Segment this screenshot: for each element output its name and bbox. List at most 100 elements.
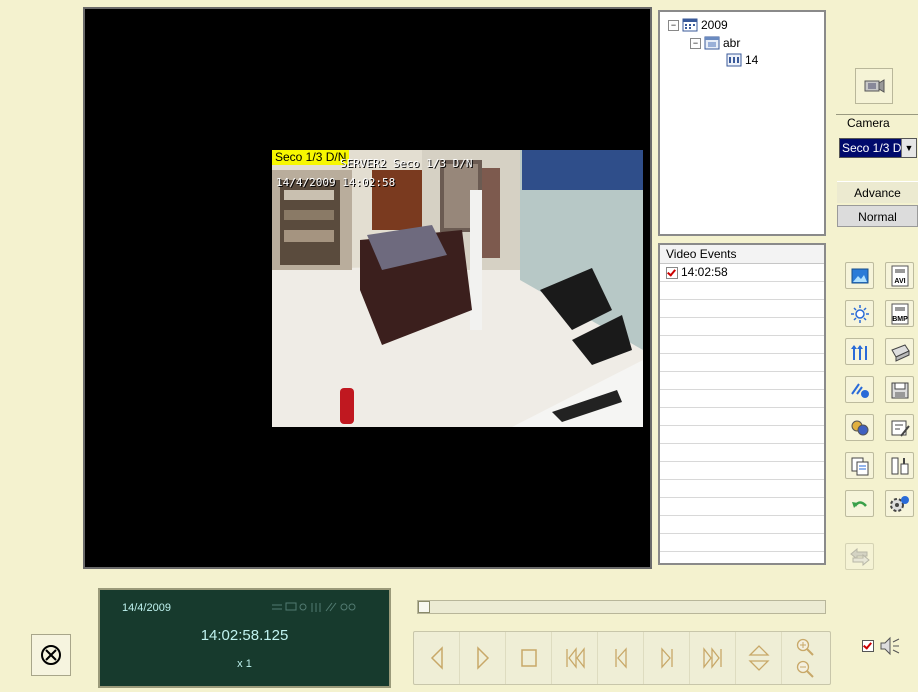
color-icon — [851, 420, 868, 435]
stop-button[interactable] — [506, 632, 552, 684]
calendar-icon — [682, 18, 698, 32]
camera-group-label: Camera — [845, 116, 892, 130]
speaker-button[interactable] — [879, 636, 901, 661]
print-icon — [890, 343, 910, 362]
save-button[interactable] — [885, 376, 914, 403]
playback-controls — [413, 631, 831, 685]
collapse-icon[interactable]: − — [668, 19, 679, 31]
color-button[interactable] — [845, 414, 874, 441]
save-icon — [891, 382, 908, 398]
speed-up-icon[interactable] — [747, 644, 770, 656]
tree-node-month[interactable]: − abr — [690, 36, 740, 50]
stop-icon — [520, 649, 537, 667]
tree-month-label: abr — [723, 36, 741, 50]
playback-status-display: 14/4/2009 14:02:58.125 x 1 — [98, 588, 391, 688]
list-item-empty — [660, 480, 824, 498]
zoom-in-icon[interactable] — [795, 637, 815, 657]
gear-icon — [889, 495, 909, 512]
camera-snapshot-icon — [864, 79, 885, 93]
osd-timestamp-text: 14/4/2009 14:02:58 — [276, 176, 396, 189]
skip-to-end-icon — [702, 647, 722, 669]
snapshot-button[interactable] — [855, 68, 893, 104]
export-avi-button[interactable]: AVI — [885, 262, 914, 289]
undo-button[interactable] — [845, 490, 874, 517]
video-events-header: Video Events — [660, 245, 824, 264]
advanced-settings-button[interactable] — [885, 490, 914, 517]
list-item-empty — [660, 498, 824, 516]
osd-server-text: SERVER2 Seco 1/3 D/N — [340, 157, 473, 170]
lcd-speed: x 1 — [237, 658, 252, 670]
step-forward-icon — [660, 647, 673, 669]
list-item-empty — [660, 390, 824, 408]
close-playback-button[interactable] — [31, 634, 71, 676]
camera-name-label: Seco 1/3 D/N — [272, 150, 350, 165]
close-icon — [41, 645, 61, 665]
levels-button[interactable] — [845, 338, 874, 365]
camera-select-value: Seco 1/3 D/N — [842, 141, 901, 155]
video-events-list[interactable]: Video Events 14:02:58 — [658, 243, 826, 565]
tools-button[interactable] — [885, 452, 914, 479]
list-item-empty — [660, 336, 824, 354]
avi-export-icon: AVI — [891, 265, 908, 286]
list-item-empty — [660, 318, 824, 336]
list-item-empty — [660, 354, 824, 372]
tree-year-label: 2009 — [701, 18, 728, 32]
reverse-play-button[interactable] — [414, 632, 460, 684]
list-item[interactable]: 14:02:58 — [660, 264, 824, 282]
speed-down-icon[interactable] — [747, 660, 770, 672]
swap-button[interactable] — [845, 543, 874, 570]
brightness-button[interactable] — [845, 300, 874, 327]
calendar-month-icon — [704, 36, 720, 50]
copy-icon — [851, 457, 868, 475]
camera-feed-image — [272, 150, 643, 427]
play-button[interactable] — [460, 632, 506, 684]
tree-node-year[interactable]: − 2009 — [668, 18, 728, 32]
list-item-empty — [660, 408, 824, 426]
collapse-icon[interactable]: − — [690, 37, 701, 49]
copy-button[interactable] — [845, 452, 874, 479]
chevron-down-icon[interactable]: ▼ — [901, 139, 916, 157]
svg-text:BMP: BMP — [892, 316, 908, 323]
tools-icon — [891, 457, 908, 474]
sharpen-button[interactable] — [845, 376, 874, 403]
list-item-empty — [660, 300, 824, 318]
print-button[interactable] — [885, 338, 914, 365]
image-adjust-button[interactable] — [845, 262, 874, 289]
list-item-empty — [660, 462, 824, 480]
audio-checkbox[interactable] — [862, 640, 874, 652]
play-icon — [476, 646, 489, 670]
list-item-empty — [660, 444, 824, 462]
tree-node-day[interactable]: 14 — [726, 53, 758, 67]
tree-day-label: 14 — [745, 53, 759, 67]
list-item-empty — [660, 426, 824, 444]
svg-text:AVI: AVI — [894, 278, 905, 285]
brightness-icon — [850, 304, 869, 323]
seek-bar[interactable] — [417, 600, 826, 614]
picture-icon — [851, 268, 868, 283]
play-reverse-icon — [430, 646, 443, 670]
event-time-label: 14:02:58 — [681, 265, 728, 279]
next-frame-button[interactable] — [644, 632, 690, 684]
zoom-out-icon[interactable] — [795, 659, 815, 679]
list-item-empty — [660, 282, 824, 300]
levels-icon — [850, 344, 867, 360]
previous-frame-button[interactable] — [598, 632, 644, 684]
list-item-empty — [660, 516, 824, 534]
first-frame-button[interactable] — [552, 632, 598, 684]
settings-edit-button[interactable] — [885, 414, 914, 441]
last-frame-button[interactable] — [690, 632, 736, 684]
seek-thumb[interactable] — [418, 601, 430, 613]
tab-normal[interactable]: Normal — [837, 205, 918, 227]
bmp-export-icon: BMP — [891, 303, 908, 324]
event-checkbox[interactable] — [666, 266, 678, 279]
recording-tree[interactable]: − 2009 − abr 14 — [658, 10, 826, 236]
export-bmp-button[interactable]: BMP — [885, 300, 914, 327]
sharpen-icon — [850, 382, 869, 398]
tab-advance[interactable]: Advance — [837, 181, 918, 203]
speaker-icon — [880, 636, 900, 656]
speed-control[interactable] — [736, 632, 782, 684]
skip-to-start-icon — [565, 647, 585, 669]
zoom-control[interactable] — [782, 632, 827, 684]
camera-select[interactable]: Seco 1/3 D/N ▼ — [839, 138, 917, 158]
undo-icon — [851, 500, 867, 508]
